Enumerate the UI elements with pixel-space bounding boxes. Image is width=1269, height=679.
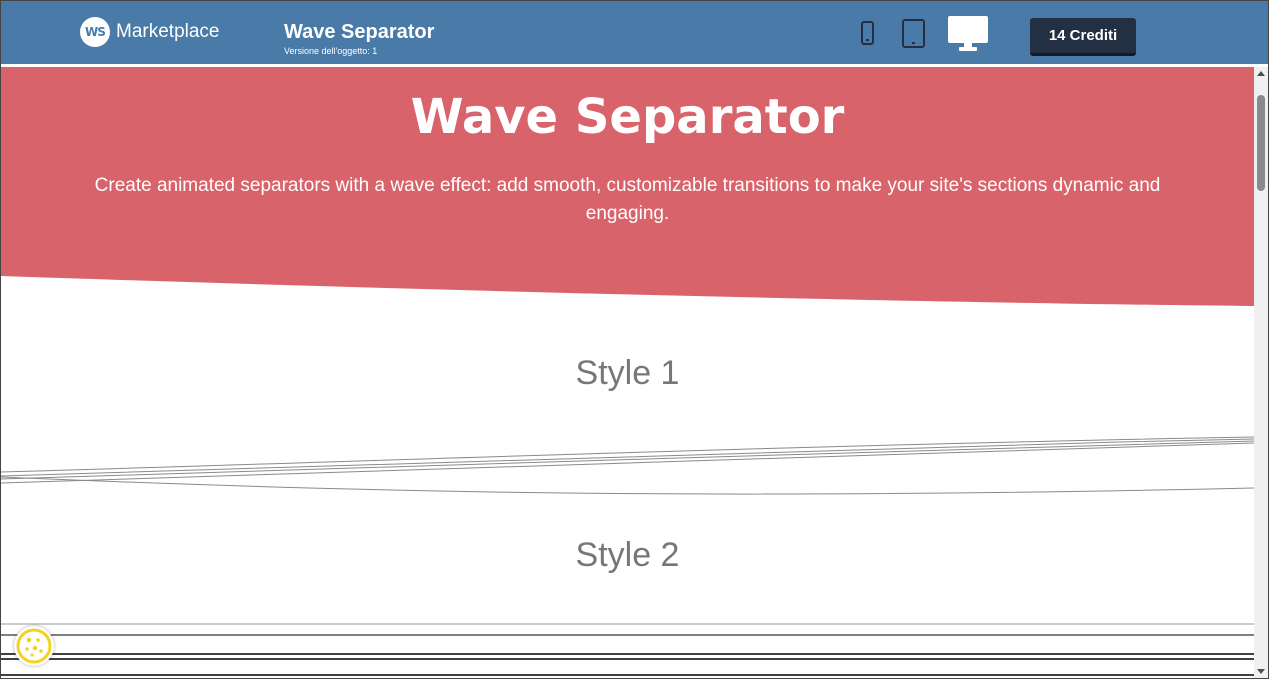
credits-button[interactable]: 14 Crediti xyxy=(1030,18,1136,56)
wave-separator-lines xyxy=(1,436,1254,676)
ws-logo-icon: WS xyxy=(80,17,110,47)
top-bar: WS Marketplace Wave Separator Versione d… xyxy=(1,1,1268,64)
section-heading-style-2: Style 2 xyxy=(575,536,680,574)
phone-icon[interactable] xyxy=(861,21,874,45)
scroll-down-arrow-icon[interactable] xyxy=(1257,669,1265,674)
cookie-settings-button[interactable] xyxy=(14,626,54,666)
browser-frame: WS Marketplace Wave Separator Versione d… xyxy=(0,0,1269,679)
vertical-scrollbar[interactable] xyxy=(1254,67,1268,678)
cookie-icon xyxy=(16,628,52,664)
brand-name: Marketplace xyxy=(116,21,220,42)
tablet-icon[interactable] xyxy=(902,19,925,48)
scrollbar-thumb[interactable] xyxy=(1257,95,1265,191)
preview-content: Wave Separator Create animated separator… xyxy=(1,67,1254,678)
object-title: Wave Separator xyxy=(284,21,435,43)
object-version: Versione dell'oggetto: 1 xyxy=(284,46,378,56)
desktop-icon[interactable] xyxy=(948,16,988,51)
scroll-up-arrow-icon[interactable] xyxy=(1257,71,1265,76)
brand[interactable]: WS Marketplace xyxy=(80,17,220,47)
